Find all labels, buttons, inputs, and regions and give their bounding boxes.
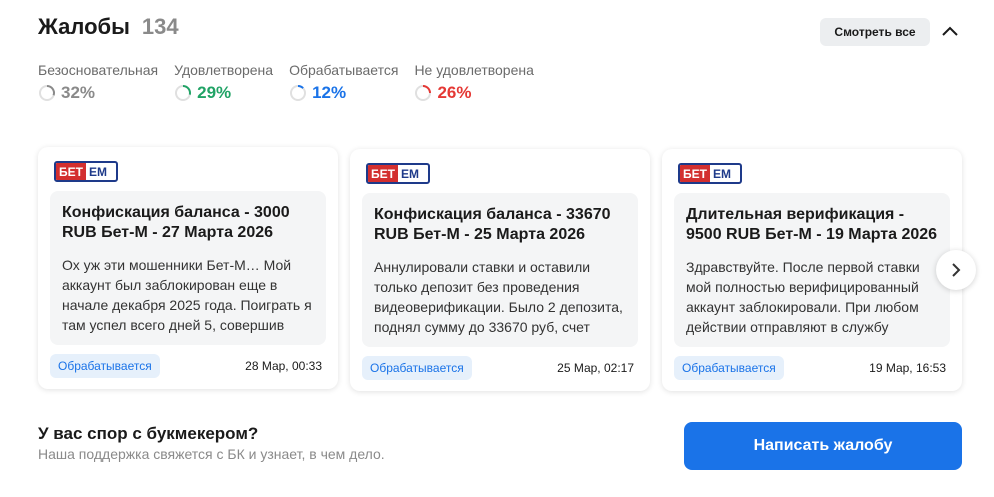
stat-label: Безосновательная	[38, 62, 159, 78]
stat-value: 26%	[437, 83, 472, 102]
progress-ring-icon	[290, 84, 307, 101]
next-button[interactable]	[936, 250, 976, 290]
progress-ring-icon	[415, 85, 432, 101]
complaint-card[interactable]: БЕТ EM Конфискация баланса - 33670 RUB Бе…	[350, 149, 650, 391]
card-content: Конфискация баланса - 3000 RUB Бет-М - 2…	[50, 191, 326, 345]
stat-value: 12%	[312, 83, 347, 102]
stat-label: Обрабатывается	[289, 62, 399, 78]
footer-subtitle: Наша поддержка свяжется с БК и узнает, в…	[38, 446, 385, 462]
card-content: Длительная верификация - 9500 RUB Бет-М …	[674, 193, 950, 347]
status-badge: Обрабатывается	[674, 356, 784, 380]
bookmaker-logo: БЕТ EM	[678, 163, 742, 184]
stat-label: Удовлетворена	[174, 62, 274, 78]
card-date: 25 Мар, 02:17	[557, 361, 634, 375]
stat-unfounded: Безосновательная 32%	[38, 62, 158, 103]
see-all-button[interactable]: Смотреть все	[820, 18, 930, 46]
stat-value: 32%	[61, 83, 96, 102]
card-date: 28 Мар, 00:33	[245, 359, 322, 373]
stat-label: Не удовлетворена	[414, 62, 534, 78]
card-content: Конфискация баланса - 33670 RUB Бет-М - …	[362, 193, 638, 347]
progress-ring-icon	[39, 85, 55, 101]
complaint-card[interactable]: БЕТ EM Конфискация баланса - 3000 RUB Бет…	[38, 147, 338, 389]
card-body: Аннулировали ставки и оставили только де…	[374, 259, 623, 335]
stats-row: Безосновательная 32% Удовлетворена 29% О…	[38, 62, 550, 103]
card-body: Здравствуйте. После первой ставки мой по…	[686, 259, 920, 335]
card-date: 19 Мар, 16:53	[869, 361, 946, 375]
complaint-card[interactable]: БЕТ EM Длительная верификация - 9500 RUB …	[662, 149, 962, 391]
stat-satisfied: Удовлетворена 29%	[174, 62, 273, 103]
footer-title: У вас спор с букмекером?	[38, 424, 259, 443]
stat-processing: Обрабатывается 12%	[289, 62, 398, 103]
progress-ring-icon	[175, 85, 192, 101]
stat-unsatisfied: Не удовлетворена 26%	[414, 62, 533, 103]
write-complaint-button[interactable]: Написать жалобу	[684, 422, 962, 470]
complaints-count: 134	[141, 14, 179, 39]
section-header: Жалобы 134	[38, 14, 179, 40]
bookmaker-logo: БЕТ EM	[366, 163, 430, 184]
section-title: Жалобы	[38, 14, 130, 39]
bookmaker-logo: БЕТ EM	[54, 161, 118, 182]
stat-value: 29%	[197, 83, 232, 102]
status-badge: Обрабатывается	[362, 356, 472, 380]
card-body: Ох уж эти мошенники Бет-М… Мой аккаунт б…	[62, 257, 312, 333]
card-title: Конфискация баланса - 3000 RUB Бет-М - 2…	[62, 204, 290, 241]
chevron-right-icon	[952, 263, 961, 277]
chevron-up-icon[interactable]	[940, 22, 960, 42]
card-title: Конфискация баланса - 33670 RUB Бет-М - …	[374, 206, 611, 243]
card-title: Длительная верификация - 9500 RUB Бет-М …	[686, 206, 938, 243]
status-badge: Обрабатывается	[50, 354, 160, 378]
